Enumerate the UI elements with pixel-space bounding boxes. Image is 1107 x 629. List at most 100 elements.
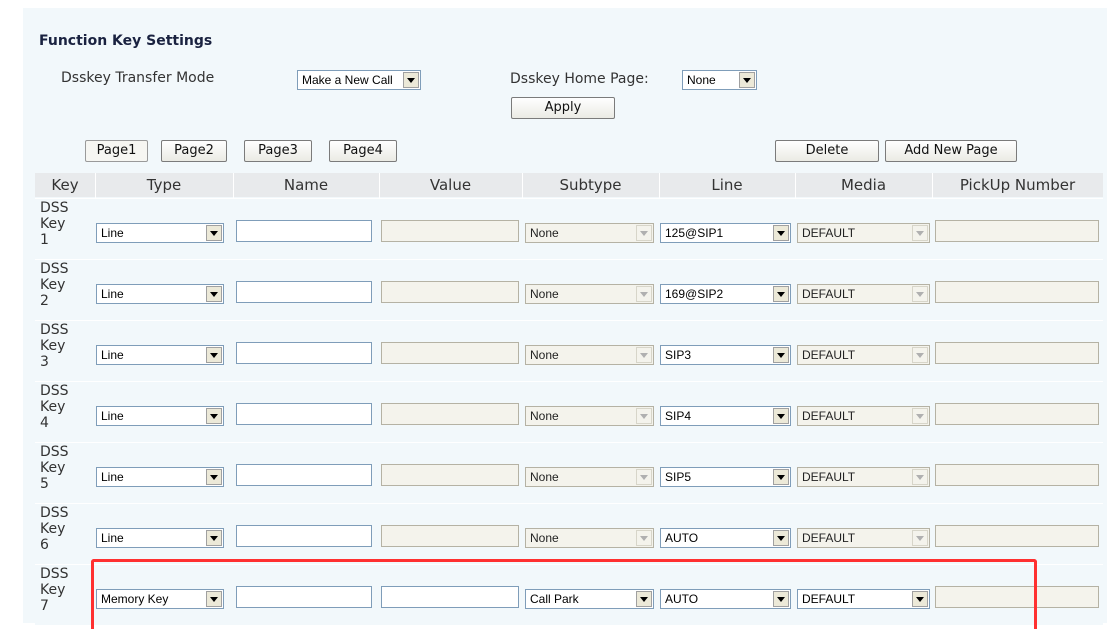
chevron-down-icon <box>636 225 652 241</box>
home-page-select[interactable]: None <box>682 70 757 90</box>
subtype-select: None <box>525 406 654 426</box>
line-select[interactable]: 169@SIP2 <box>660 284 791 304</box>
type-select[interactable]: Line <box>96 284 224 304</box>
type-select[interactable]: Line <box>96 467 224 487</box>
media-select[interactable]: DEFAULT <box>797 589 930 609</box>
chevron-down-icon <box>912 591 928 607</box>
tab-page2[interactable]: Page2 <box>161 140 227 162</box>
line-select[interactable]: SIP5 <box>660 467 791 487</box>
chevron-down-icon <box>912 347 928 363</box>
column-header-name: Name <box>283 176 329 194</box>
line-select[interactable]: SIP4 <box>660 406 791 426</box>
name-input[interactable] <box>236 342 372 364</box>
chevron-down-icon <box>403 72 419 88</box>
subtype-select: None <box>525 345 654 365</box>
column-header-subtype: Subtype <box>559 176 622 194</box>
name-input[interactable] <box>236 281 372 303</box>
key-label: DSS Key 6 <box>40 505 69 553</box>
type-select[interactable]: Line <box>96 528 224 548</box>
type-select[interactable]: Line <box>96 406 224 426</box>
value-input[interactable] <box>381 586 519 608</box>
line-select[interactable]: AUTO <box>660 528 791 548</box>
chevron-down-icon <box>773 286 789 302</box>
line-select[interactable]: SIP3 <box>660 345 791 365</box>
chevron-down-icon <box>636 469 652 485</box>
key-label: DSS Key 4 <box>40 383 69 431</box>
value-input <box>381 220 519 242</box>
value-input <box>381 342 519 364</box>
pickup-number-input <box>935 586 1099 608</box>
chevron-down-icon <box>636 591 652 607</box>
chevron-down-icon <box>206 591 222 607</box>
pickup-number-input <box>935 525 1099 547</box>
pickup-number-input <box>935 281 1099 303</box>
line-select[interactable]: 125@SIP1 <box>660 223 791 243</box>
chevron-down-icon <box>773 408 789 424</box>
name-input[interactable] <box>236 586 372 608</box>
transfer-mode-select[interactable]: Make a New Call <box>297 70 421 90</box>
line-select[interactable]: AUTO <box>660 589 791 609</box>
column-header-line: Line <box>711 176 743 194</box>
chevron-down-icon <box>912 408 928 424</box>
media-select: DEFAULT <box>797 345 930 365</box>
chevron-down-icon <box>773 225 789 241</box>
media-select: DEFAULT <box>797 223 930 243</box>
key-label: DSS Key 7 <box>40 566 69 614</box>
media-select: DEFAULT <box>797 284 930 304</box>
add-new-page-button[interactable]: Add New Page <box>885 140 1017 162</box>
chevron-down-icon <box>912 225 928 241</box>
chevron-down-icon <box>773 591 789 607</box>
value-input <box>381 525 519 547</box>
subtype-select: None <box>525 284 654 304</box>
chevron-down-icon <box>636 286 652 302</box>
chevron-down-icon <box>636 408 652 424</box>
transfer-mode-value: Make a New Call <box>302 73 393 87</box>
type-select[interactable]: Line <box>96 223 224 243</box>
chevron-down-icon <box>912 286 928 302</box>
name-input[interactable] <box>236 464 372 486</box>
subtype-select: None <box>525 467 654 487</box>
chevron-down-icon <box>739 72 755 88</box>
transfer-mode-label: Dsskey Transfer Mode <box>61 70 215 86</box>
tab-page4[interactable]: Page4 <box>329 140 397 162</box>
delete-button[interactable]: Delete <box>775 140 879 162</box>
pickup-number-input <box>935 464 1099 486</box>
chevron-down-icon <box>206 225 222 241</box>
value-input <box>381 464 519 486</box>
column-header-pickup-number: PickUp Number <box>959 176 1076 194</box>
column-header-key: Key <box>51 176 79 194</box>
tab-page1[interactable]: Page1 <box>85 140 148 162</box>
type-select[interactable]: Line <box>96 345 224 365</box>
name-input[interactable] <box>236 403 372 425</box>
section-title: Function Key Settings <box>39 33 213 49</box>
type-select[interactable]: Memory Key <box>96 589 224 609</box>
name-input[interactable] <box>236 525 372 547</box>
subtype-select[interactable]: Call Park <box>525 589 654 609</box>
home-page-label: Dsskey Home Page: <box>510 71 649 87</box>
chevron-down-icon <box>206 347 222 363</box>
subtype-select: None <box>525 223 654 243</box>
media-select: DEFAULT <box>797 528 930 548</box>
apply-button[interactable]: Apply <box>511 97 615 119</box>
column-header-value: Value <box>429 176 472 194</box>
pickup-number-input <box>935 220 1099 242</box>
chevron-down-icon <box>773 530 789 546</box>
pickup-number-input <box>935 403 1099 425</box>
chevron-down-icon <box>206 530 222 546</box>
chevron-down-icon <box>912 469 928 485</box>
key-label: DSS Key 2 <box>40 261 69 309</box>
media-select: DEFAULT <box>797 467 930 487</box>
column-header-type: Type <box>146 176 182 194</box>
tab-page3[interactable]: Page3 <box>244 140 312 162</box>
chevron-down-icon <box>636 347 652 363</box>
value-input <box>381 403 519 425</box>
key-label: DSS Key 3 <box>40 322 69 370</box>
pickup-number-input <box>935 342 1099 364</box>
function-key-settings-page: Function Key Settings Dsskey Transfer Mo… <box>23 8 1107 629</box>
chevron-down-icon <box>773 347 789 363</box>
key-label: DSS Key 1 <box>40 200 69 248</box>
name-input[interactable] <box>236 220 372 242</box>
chevron-down-icon <box>773 469 789 485</box>
media-select: DEFAULT <box>797 406 930 426</box>
chevron-down-icon <box>206 469 222 485</box>
